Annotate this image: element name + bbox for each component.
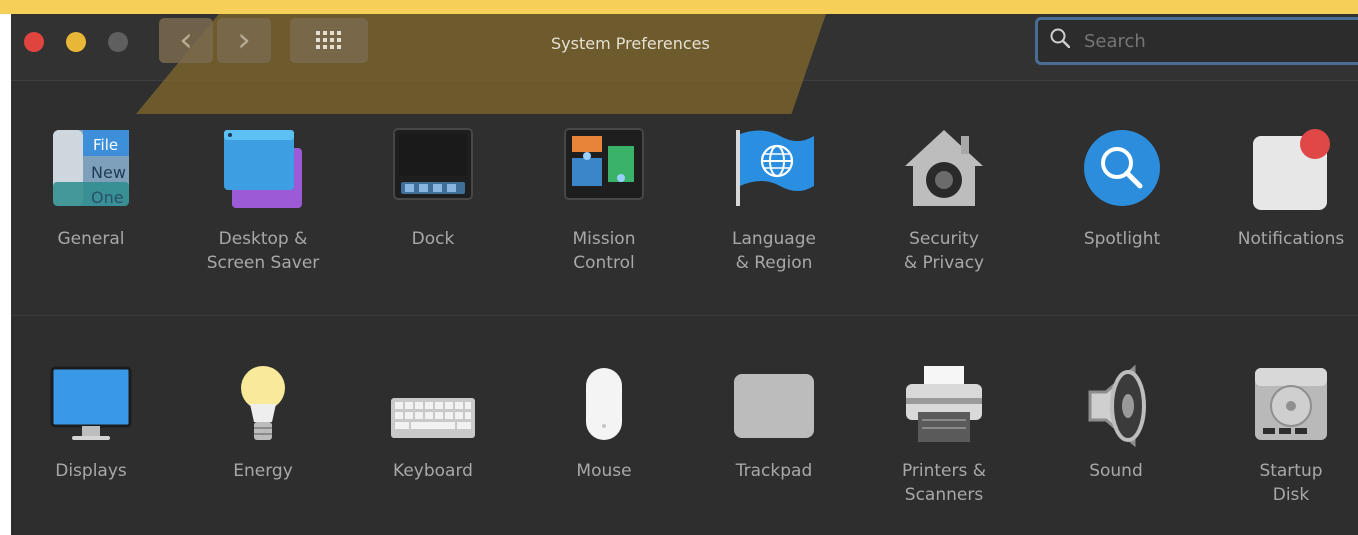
general-icon-text-one: One (91, 188, 124, 207)
pane-printers-scanners[interactable]: Printers & Scanners (879, 316, 1009, 535)
monitor-icon (50, 366, 132, 440)
pane-label: Spotlight (1083, 229, 1161, 249)
keyboard-icon (391, 398, 475, 438)
pane-trackpad[interactable]: Trackpad (709, 316, 839, 535)
general-icon: File New One (53, 130, 129, 207)
dock-icon (393, 128, 473, 200)
general-icon-text-new: New (91, 163, 126, 182)
preference-row-1: File New One General Desktop & Screen Sa… (11, 81, 1358, 315)
mouse-icon (586, 368, 622, 440)
pane-label: Energy (233, 461, 293, 481)
pane-keyboard[interactable]: Keyboard (368, 316, 498, 535)
hard-drive-icon (1255, 368, 1327, 440)
window-title: System Preferences (551, 34, 710, 53)
pane-label: Printers & Scanners (901, 461, 987, 505)
pane-label: Language & Region (732, 229, 816, 273)
lightbulb-icon (241, 366, 285, 440)
pane-energy[interactable]: Energy (198, 316, 328, 535)
pane-language-region[interactable]: Language & Region (709, 81, 839, 315)
title-bar: ‹ › System Preferences (11, 14, 1358, 114)
globe-flag-icon (736, 130, 814, 206)
pane-label: General (57, 229, 125, 249)
preference-row-2: Displays Energy Keyboard Mouse Trackpad … (11, 315, 1358, 535)
pane-mission-control[interactable]: Mission Control (539, 81, 669, 315)
printer-icon (906, 366, 982, 442)
search-field[interactable] (1035, 17, 1358, 65)
pane-dock[interactable]: Dock (368, 81, 498, 315)
pane-label: Keyboard (393, 461, 473, 481)
yellow-stripe (0, 0, 1358, 14)
pane-sound[interactable]: Sound (1051, 316, 1181, 535)
pane-label: Dock (411, 229, 455, 249)
pane-label: Sound (1089, 461, 1143, 481)
forward-button[interactable]: › (217, 18, 271, 63)
pane-displays[interactable]: Displays (26, 316, 156, 535)
close-button[interactable] (24, 32, 44, 52)
pane-notifications[interactable]: Notifications (1226, 81, 1356, 315)
pane-label: Mouse (576, 461, 632, 481)
search-icon (1050, 28, 1070, 48)
pane-label: Security & Privacy (903, 229, 985, 273)
pane-desktop-screensaver[interactable]: Desktop & Screen Saver (198, 81, 328, 315)
minimize-button[interactable] (66, 32, 86, 52)
pane-label: Desktop & Screen Saver (206, 229, 320, 273)
pane-mouse[interactable]: Mouse (539, 316, 669, 535)
trackpad-icon (734, 374, 814, 438)
show-all-button[interactable] (290, 18, 368, 63)
pane-label: Startup Disk (1259, 461, 1323, 505)
pane-label: Trackpad (735, 461, 813, 481)
back-button[interactable]: ‹ (159, 18, 213, 63)
notification-badge-icon (1253, 129, 1330, 210)
desktop-screensaver-icon (224, 130, 302, 208)
pane-general[interactable]: File New One General (26, 81, 156, 315)
magnifier-icon (1084, 130, 1160, 206)
mission-control-icon (564, 128, 644, 200)
pane-label: Displays (55, 461, 127, 481)
zoom-button[interactable] (108, 32, 128, 52)
house-lock-icon (905, 130, 983, 206)
pane-spotlight[interactable]: Spotlight (1057, 81, 1187, 315)
speaker-icon (1088, 364, 1146, 448)
pane-label: Mission Control (572, 229, 636, 273)
search-input[interactable] (1082, 30, 1346, 53)
pane-startup-disk[interactable]: Startup Disk (1226, 316, 1356, 535)
pane-security-privacy[interactable]: Security & Privacy (879, 81, 1009, 315)
pane-label: Notifications (1237, 229, 1345, 249)
system-preferences-window: ‹ › System Preferences Search File New O… (11, 14, 1358, 535)
general-icon-text-file: File (93, 136, 118, 154)
